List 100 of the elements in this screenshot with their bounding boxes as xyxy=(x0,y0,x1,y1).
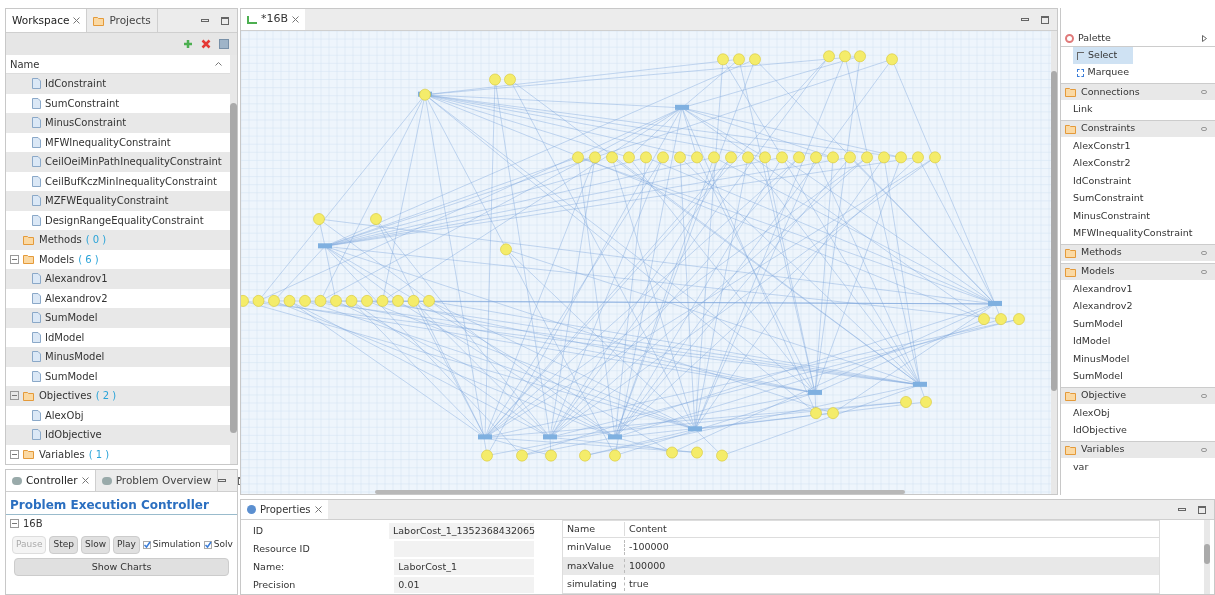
collapse-toggle[interactable] xyxy=(10,391,19,401)
file-icon xyxy=(32,136,41,148)
tree-item[interactable]: CeilOeiMinPathInequalityConstraint xyxy=(6,152,230,172)
pin-icon[interactable] xyxy=(1201,250,1207,255)
close-icon[interactable] xyxy=(314,506,322,513)
sort-caret-icon[interactable] xyxy=(215,62,222,66)
palette-item[interactable]: IdModel xyxy=(1061,332,1215,350)
checkbox[interactable] xyxy=(203,541,212,549)
panel-tab[interactable]: Controller xyxy=(6,470,96,491)
collapse-toggle[interactable] xyxy=(10,254,19,264)
close-icon[interactable] xyxy=(81,477,89,484)
file-icon xyxy=(32,175,41,187)
show-charts-button[interactable]: Show Charts xyxy=(14,558,229,576)
scrollbar[interactable] xyxy=(230,55,237,464)
file-icon xyxy=(32,312,41,324)
diagram-icon xyxy=(247,15,257,24)
pin-icon[interactable] xyxy=(1201,447,1207,452)
text-field[interactable]: LaborCost_1_1352368432065 xyxy=(389,523,534,539)
control-button[interactable]: Play xyxy=(113,536,140,554)
palette-item[interactable]: var xyxy=(1061,457,1215,475)
maximize-icon[interactable] xyxy=(1041,15,1049,24)
field-label: Precision xyxy=(253,577,297,592)
palette-item[interactable]: IdConstraint xyxy=(1061,171,1215,189)
palette-icon xyxy=(1065,33,1074,43)
controller-icon xyxy=(12,476,22,485)
minimize-icon[interactable] xyxy=(1021,18,1029,21)
tree-item[interactable]: IdObjective xyxy=(6,425,230,445)
palette-drawer-header[interactable]: Constraints xyxy=(1061,119,1215,137)
tree-item[interactable]: Alexandrov1 xyxy=(6,269,230,289)
folder-icon xyxy=(1065,444,1077,455)
palette-item[interactable]: IdObjective xyxy=(1061,421,1215,439)
file-icon xyxy=(32,273,41,285)
tree-item[interactable]: SumModel xyxy=(6,308,230,328)
checkbox[interactable] xyxy=(142,541,151,549)
minimize-icon[interactable] xyxy=(201,19,209,22)
tree-item[interactable]: Methods ( 0 ) xyxy=(6,230,230,250)
palette-drawer-header[interactable]: Models xyxy=(1061,262,1215,280)
pin-icon[interactable] xyxy=(1201,126,1207,131)
tree-item[interactable]: MZFWEqualityConstraint xyxy=(6,191,230,211)
column-header[interactable]: Name xyxy=(10,56,40,72)
folder-icon xyxy=(23,449,35,460)
palette-item[interactable]: SumModel xyxy=(1061,367,1215,385)
palette-tool[interactable]: Marquee xyxy=(1073,64,1133,81)
file-icon xyxy=(32,78,41,90)
palette-item[interactable]: SumModel xyxy=(1061,314,1215,332)
tree-item[interactable]: MinusModel xyxy=(6,347,230,367)
column-header[interactable]: Name xyxy=(563,522,625,537)
tree-item[interactable]: 16B xyxy=(23,516,43,531)
field-label: Resource ID xyxy=(253,541,311,556)
palette-item[interactable]: MinusConstraint xyxy=(1061,206,1215,224)
delete-icon[interactable] xyxy=(201,39,211,49)
palette-item[interactable]: AlexConstr2 xyxy=(1061,154,1215,172)
pin-icon[interactable] xyxy=(1201,269,1207,274)
palette-item[interactable]: SumConstraint xyxy=(1061,189,1215,207)
text-field[interactable]: 0.01 xyxy=(394,577,534,593)
folder-icon xyxy=(1065,247,1077,258)
palette-item[interactable]: MinusModel xyxy=(1061,349,1215,367)
close-icon[interactable] xyxy=(73,17,81,24)
checkbox-label: Simulation xyxy=(152,538,201,552)
palette-drawer-header[interactable]: Methods xyxy=(1061,243,1215,261)
minimize-icon[interactable] xyxy=(1178,508,1186,511)
palette-item[interactable]: AlexObj xyxy=(1061,403,1215,421)
overview-icon xyxy=(101,476,112,485)
palette-tool[interactable]: Select xyxy=(1073,47,1133,64)
maximize-icon[interactable] xyxy=(1198,505,1206,514)
collapse-toggle[interactable] xyxy=(10,519,19,528)
expand-arrow-icon[interactable] xyxy=(1202,34,1207,42)
palette-item[interactable]: Alexandrov2 xyxy=(1061,297,1215,315)
control-button[interactable]: Step xyxy=(49,536,78,554)
editor-tab[interactable]: *16B xyxy=(241,9,306,30)
close-icon[interactable] xyxy=(292,16,300,23)
minimize-icon[interactable] xyxy=(218,479,227,482)
scrollbar[interactable] xyxy=(1051,31,1057,494)
table-cell-text: -100000 xyxy=(628,540,670,555)
maximize-icon[interactable] xyxy=(221,16,229,25)
palette-drawer-header[interactable]: Connections xyxy=(1061,83,1215,100)
text-field[interactable]: LaborCost_1 xyxy=(394,559,534,575)
scrollbar[interactable] xyxy=(1204,520,1210,594)
file-icon xyxy=(32,351,41,363)
tree-item[interactable]: Objectives ( 2 ) xyxy=(6,386,230,406)
palette-item[interactable]: Alexandrov1 xyxy=(1061,279,1215,297)
pin-icon[interactable] xyxy=(1201,90,1207,94)
palette-drawer-header[interactable]: Variables xyxy=(1061,440,1215,458)
folder-icon xyxy=(23,254,35,265)
palette-drawer-header[interactable]: Objective xyxy=(1061,386,1215,404)
palette-item[interactable]: MFWInequalityConstraint xyxy=(1061,224,1215,242)
file-icon xyxy=(32,409,41,421)
panel-tab[interactable]: Workspace xyxy=(6,9,88,32)
column-header[interactable]: Content xyxy=(625,522,671,537)
control-button[interactable]: Slow xyxy=(80,536,111,554)
file-icon xyxy=(32,331,41,343)
pin-icon[interactable] xyxy=(1201,393,1207,398)
panel-tab[interactable]: Properties xyxy=(241,500,328,519)
palette-item[interactable]: Link xyxy=(1061,100,1215,118)
collapse-toggle[interactable] xyxy=(10,449,19,459)
file-icon xyxy=(32,97,41,109)
tree-item[interactable]: IdConstraint xyxy=(6,74,230,94)
palette-item[interactable]: AlexConstr1 xyxy=(1061,136,1215,154)
table-cell-text: true xyxy=(628,576,650,591)
tree-item[interactable]: MinusConstraint xyxy=(6,113,230,133)
